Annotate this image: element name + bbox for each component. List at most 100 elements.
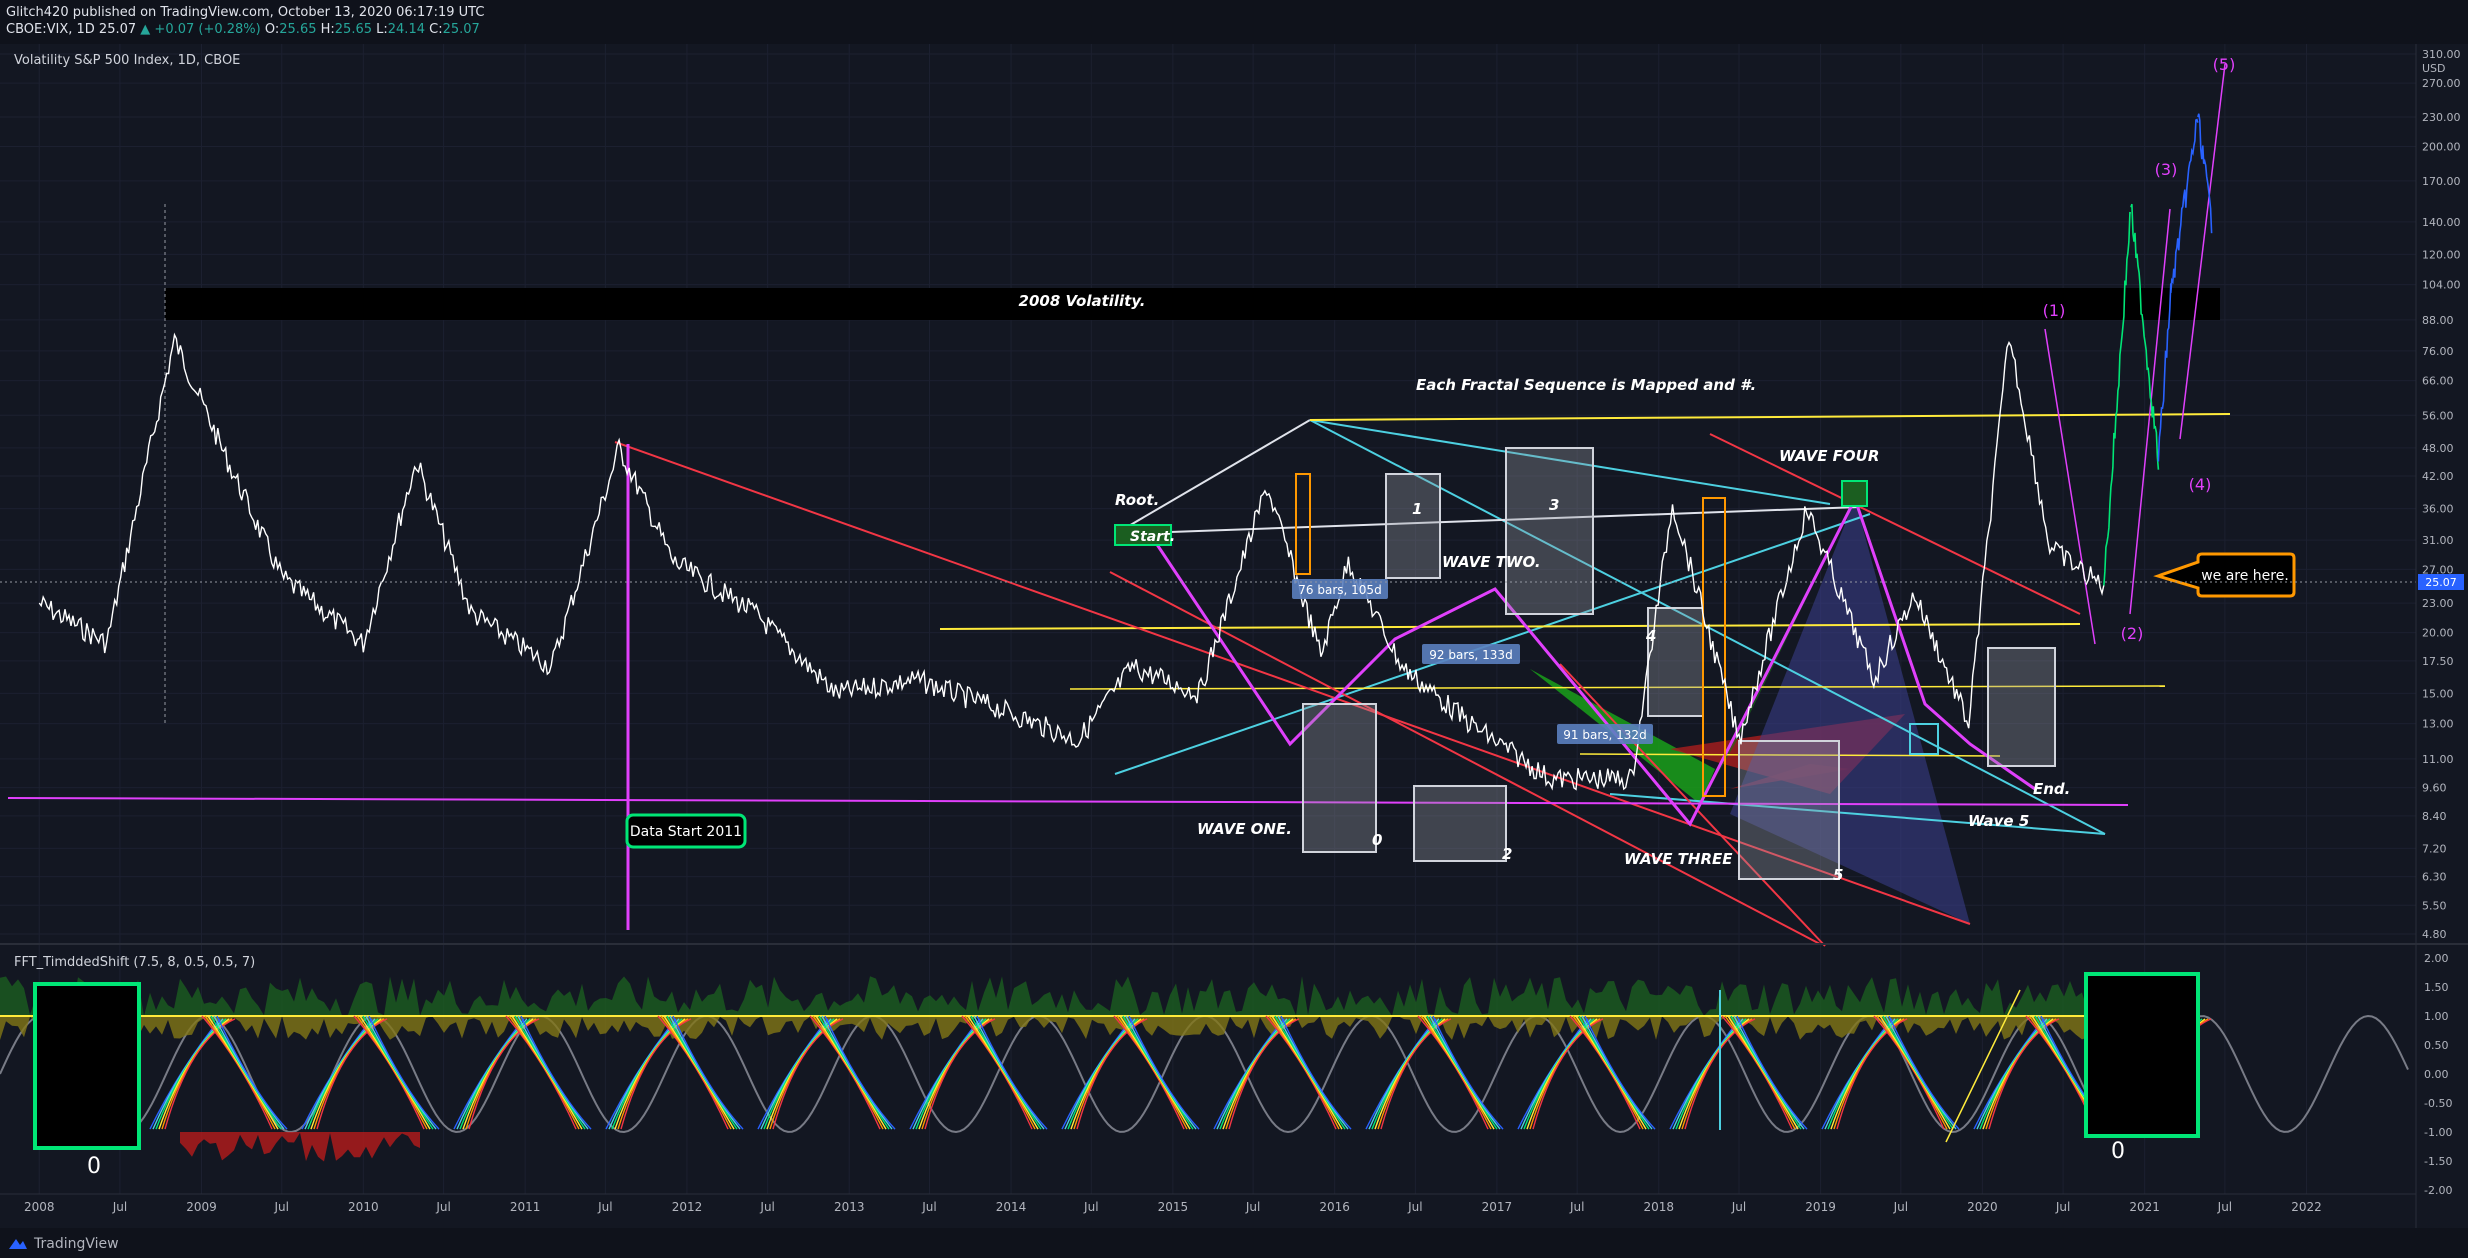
time-tick-label: Jul [1731, 1200, 1746, 1214]
data-start-label: Data Start 2011 [630, 824, 742, 840]
range-label-1: 76 bars, 105d [1298, 583, 1381, 597]
price-tick-label: 13.00 [2422, 718, 2454, 731]
fractal-box-4 [1647, 607, 1704, 717]
price-tick-label: 310.00 [2422, 48, 2461, 61]
time-tick-label: Jul [921, 1200, 936, 1214]
low-value: 24.14 [387, 22, 425, 37]
price-tick-label: 15.00 [2422, 687, 2454, 700]
time-tick-label: 2020 [1967, 1200, 1998, 1214]
close-value: 25.07 [442, 22, 480, 37]
price-tick-label: 140.00 [2422, 216, 2461, 229]
indicator-tick-label: 0.50 [2424, 1039, 2449, 1052]
time-tick-label: Jul [274, 1200, 289, 1214]
volatility-2008-label: 2008 Volatility. [1019, 292, 1146, 310]
indicator-title: FFT_TimddedShift (7.5, 8, 0.5, 0.5, 7) [14, 955, 255, 970]
price-tick-label: 11.00 [2422, 753, 2454, 766]
indicator-box-left [33, 982, 141, 1150]
time-tick-label: 2009 [186, 1200, 217, 1214]
box-0-label: 0 [1372, 831, 1382, 849]
indicator-tick-label: -2.00 [2424, 1184, 2452, 1197]
footer-brand[interactable]: TradingView [34, 1236, 119, 1252]
indicator-tick-label: 0.00 [2424, 1068, 2449, 1081]
price-tick-label: 200.00 [2422, 141, 2461, 154]
wave-one-label: WAVE ONE. [1197, 820, 1292, 838]
wave-three-label: WAVE THREE [1624, 850, 1733, 868]
box-1-label: 1 [1412, 500, 1422, 518]
price-tick-label: 9.60 [2422, 782, 2447, 795]
wave-two-label: WAVE TWO. [1442, 553, 1541, 571]
price-tick-label: 4.80 [2422, 928, 2447, 941]
published-line: Glitch420 published on TradingView.com, … [6, 5, 485, 20]
price-tick-label: 23.00 [2422, 597, 2454, 610]
tradingview-logo-icon[interactable] [8, 1236, 28, 1250]
indicator-tick-label: -1.00 [2424, 1126, 2452, 1139]
time-tick-label: 2010 [348, 1200, 379, 1214]
time-tick-label: 2011 [510, 1200, 541, 1214]
up-arrow-icon: ▲ [140, 22, 151, 37]
price-tick-label: 120.00 [2422, 248, 2461, 261]
time-tick-label: 2022 [2291, 1200, 2322, 1214]
elliott-3-label: (3) [2155, 160, 2178, 179]
time-axis[interactable]: 2008 Jul 2009 Jul 2010 Jul 2011 Jul 2012 Jul 2013 J… [24, 1200, 2322, 1214]
time-tick-label: 2012 [672, 1200, 703, 1214]
last-price: 25.07 [98, 22, 137, 37]
elliott-2-label: (2) [2121, 624, 2144, 643]
price-change: +0.07 (+0.28%) [154, 22, 261, 37]
time-tick-label: Jul [2217, 1200, 2232, 1214]
low-label: L: [376, 22, 388, 37]
time-tick-label: Jul [435, 1200, 450, 1214]
ohlc-line: CBOE:VIX, 1D 25.07 ▲ +0.07 (+0.28%) O:25… [6, 22, 480, 37]
price-tick-label: 170.00 [2422, 175, 2461, 188]
symbol-label[interactable]: CBOE:VIX, 1D [6, 22, 95, 37]
wave-four-label: WAVE FOUR [1779, 447, 1879, 465]
price-tick-label: 230.00 [2422, 111, 2461, 124]
end-label: End. [2033, 780, 2070, 798]
price-tick-label: 66.00 [2422, 375, 2454, 388]
box-5-label: 5 [1833, 866, 1843, 884]
indicator-axis[interactable]: 2.00 1.50 1.00 0.50 0.00 -0.50 -1.00 -1.50 -2.00 [2424, 952, 2452, 1197]
fractal-box-5 [1738, 740, 1840, 880]
box-4-label: 4 [1645, 627, 1656, 645]
elliott-5-label: (5) [2213, 55, 2236, 74]
fractal-box-1 [1385, 473, 1441, 579]
price-tick-label: 88.00 [2422, 314, 2454, 327]
time-tick-label: 2016 [1319, 1200, 1350, 1214]
time-tick-label: 2015 [1158, 1200, 1189, 1214]
start-label: Start. [1130, 529, 1175, 545]
time-tick-label: Jul [1083, 1200, 1098, 1214]
fractal-box-end [1987, 647, 2056, 767]
price-tick-label: 42.00 [2422, 470, 2454, 483]
fractal-note: Each Fractal Sequence is Mapped and #. [1416, 376, 1756, 394]
time-tick-label: Jul [1893, 1200, 1908, 1214]
box-2-label: 2 [1502, 845, 1512, 863]
price-tick-label: 5.50 [2422, 899, 2447, 912]
time-tick-label: 2017 [1482, 1200, 1513, 1214]
price-tick-label: 76.00 [2422, 345, 2454, 358]
elliott-4-label: (4) [2189, 475, 2212, 494]
time-tick-label: 2021 [2129, 1200, 2160, 1214]
wave-four-box [1841, 480, 1868, 507]
last-price-text: 25.07 [2425, 576, 2457, 589]
price-tick-label: 48.00 [2422, 442, 2454, 455]
indicator-zero-left: 0 [87, 1154, 101, 1179]
time-tick-label: Jul [112, 1200, 127, 1214]
price-tick-label: 7.20 [2422, 842, 2447, 855]
time-tick-label: 2018 [1643, 1200, 1674, 1214]
time-tick-label: Jul [597, 1200, 612, 1214]
range-label-2: 92 bars, 133d [1429, 648, 1512, 662]
open-value: 25.65 [279, 22, 317, 37]
indicator-tick-label: 2.00 [2424, 952, 2449, 965]
indicator-tick-label: 1.50 [2424, 981, 2449, 994]
currency-label: USD [2422, 62, 2446, 75]
fractal-box-2 [1413, 785, 1507, 862]
price-tick-label: 56.00 [2422, 409, 2454, 422]
box-3-label: 3 [1549, 496, 1559, 514]
time-tick-label: Jul [1569, 1200, 1584, 1214]
price-tick-label: 17.50 [2422, 655, 2454, 668]
chart-canvas[interactable]: 2008 Volatility. Each Fractal Sequence i… [0, 44, 2468, 1228]
price-tick-label: 6.30 [2422, 871, 2447, 884]
fractal-box-0 [1302, 703, 1377, 853]
footer: TradingView [0, 1228, 2468, 1258]
price-tick-label: 8.40 [2422, 810, 2447, 823]
indicator-box-right [2084, 972, 2200, 1138]
